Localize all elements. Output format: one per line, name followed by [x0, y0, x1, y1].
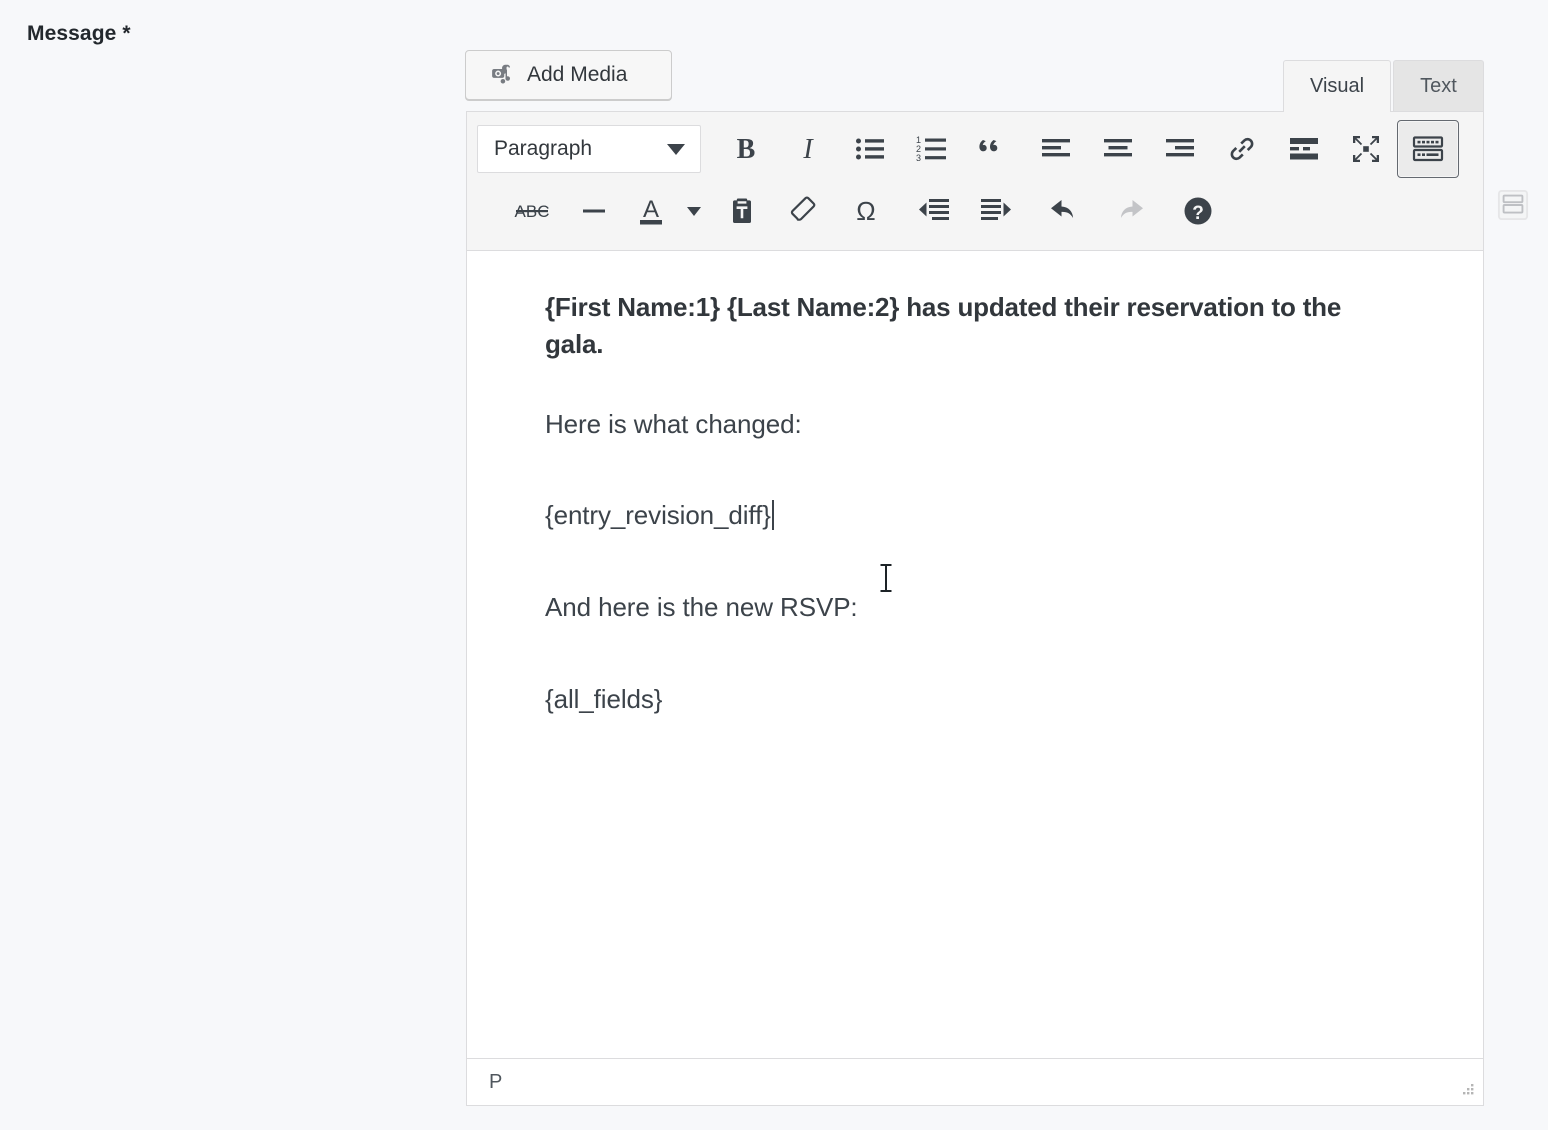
editor-statusbar: P [467, 1058, 1483, 1105]
chevron-down-icon [687, 206, 701, 216]
media-icon [488, 63, 514, 87]
insert-link-button[interactable] [1211, 120, 1273, 178]
page-title: Message * [27, 22, 131, 45]
resize-handle-icon[interactable] [1456, 1082, 1476, 1100]
content-paragraph-3-text: {entry_revision_diff} [545, 500, 771, 531]
horizontal-rule-icon [579, 198, 609, 224]
italic-button[interactable]: I [777, 120, 839, 178]
undo-icon [1049, 196, 1083, 226]
svg-text:3: 3 [916, 153, 921, 163]
keyboard-shortcuts-icon: ? [1183, 196, 1213, 226]
svg-text:B: B [737, 134, 756, 164]
blockquote-button[interactable] [963, 120, 1025, 178]
special-character-icon: Ω [851, 196, 881, 226]
toolbar-toggle-ghost-icon [1497, 189, 1529, 221]
add-media-label: Add Media [527, 63, 628, 86]
chevron-down-icon [667, 143, 685, 155]
redo-icon [1111, 196, 1145, 226]
toolbar-toggle-button[interactable] [1397, 120, 1459, 178]
content-paragraph-3: {entry_revision_diff} [467, 498, 1483, 533]
text-color-options-button[interactable] [677, 182, 711, 240]
tab-visual-label: Visual [1310, 75, 1365, 97]
svg-text:A: A [643, 196, 659, 223]
add-media-button[interactable]: Add Media [465, 50, 672, 100]
editor-mode-tabs: Visual Text [1283, 60, 1484, 112]
message-field-screen: Message * Add Media Visual Text Paragrap… [0, 0, 1548, 1130]
clear-formatting-button[interactable] [773, 182, 835, 240]
tab-text[interactable]: Text [1393, 60, 1484, 112]
text-ibeam-cursor [877, 562, 895, 594]
content-paragraph-2: Here is what changed: [545, 408, 802, 439]
paste-as-text-button[interactable] [711, 182, 773, 240]
tab-visual[interactable]: Visual [1283, 60, 1392, 112]
editor-toolbar: Paragraph B I 1 2 3 ABC A Ω ? [467, 112, 1483, 251]
svg-text:?: ? [1192, 203, 1204, 224]
content-paragraph-4: And here is the new RSVP: [545, 591, 858, 622]
align-center-icon [1103, 136, 1133, 162]
bulleted-list-button[interactable] [839, 120, 901, 178]
element-path: P [489, 1070, 503, 1093]
content-paragraph-1: {First Name:1} {Last Name:2} has updated… [545, 292, 1342, 359]
text-color-icon: A [635, 195, 667, 227]
outdent-icon [918, 197, 950, 225]
undo-button[interactable] [1035, 182, 1097, 240]
special-character-button[interactable]: Ω [835, 182, 897, 240]
fullscreen-button[interactable] [1335, 120, 1397, 178]
bold-icon: B [733, 134, 759, 164]
text-caret [771, 500, 774, 531]
bold-button[interactable]: B [715, 120, 777, 178]
read-more-icon [1289, 136, 1319, 162]
align-left-icon [1041, 136, 1071, 162]
svg-text:I: I [802, 134, 814, 164]
fullscreen-icon [1351, 134, 1381, 164]
toolbar-row-2: ABC A Ω ? [473, 180, 1479, 242]
indent-icon [980, 197, 1012, 225]
insert-link-icon [1227, 134, 1257, 164]
align-right-icon [1165, 136, 1195, 162]
numbered-list-icon: 1 2 3 [916, 135, 948, 163]
svg-text:Ω: Ω [856, 196, 875, 226]
strikethrough-icon: ABC [513, 198, 551, 224]
italic-icon: I [795, 134, 821, 164]
content-paragraph-5: {all_fields} [545, 683, 663, 714]
read-more-button[interactable] [1273, 120, 1335, 178]
clear-formatting-icon [788, 196, 820, 226]
horizontal-rule-button[interactable] [563, 182, 625, 240]
keyboard-shortcuts-button[interactable]: ? [1167, 182, 1229, 240]
blockquote-icon [979, 135, 1009, 163]
paste-as-text-icon [727, 196, 757, 226]
toolbar-toggle-icon [1411, 134, 1445, 164]
strikethrough-button[interactable]: ABC [501, 182, 563, 240]
numbered-list-button[interactable]: 1 2 3 [901, 120, 963, 178]
redo-button[interactable] [1097, 182, 1159, 240]
tab-text-label: Text [1420, 75, 1457, 97]
outdent-button[interactable] [903, 182, 965, 240]
align-center-button[interactable] [1087, 120, 1149, 178]
format-select[interactable]: Paragraph [477, 125, 701, 173]
text-color-button[interactable]: A [625, 182, 677, 240]
indent-button[interactable] [965, 182, 1027, 240]
align-right-button[interactable] [1149, 120, 1211, 178]
editor-content-area[interactable]: {First Name:1} {Last Name:2} has updated… [467, 251, 1483, 996]
align-left-button[interactable] [1025, 120, 1087, 178]
toolbar-row-1: Paragraph B I 1 2 3 [473, 118, 1479, 180]
format-select-value: Paragraph [494, 137, 593, 160]
wysiwyg-editor: Paragraph B I 1 2 3 ABC A Ω ? {First Nam… [466, 111, 1484, 1106]
bulleted-list-icon [855, 136, 885, 162]
